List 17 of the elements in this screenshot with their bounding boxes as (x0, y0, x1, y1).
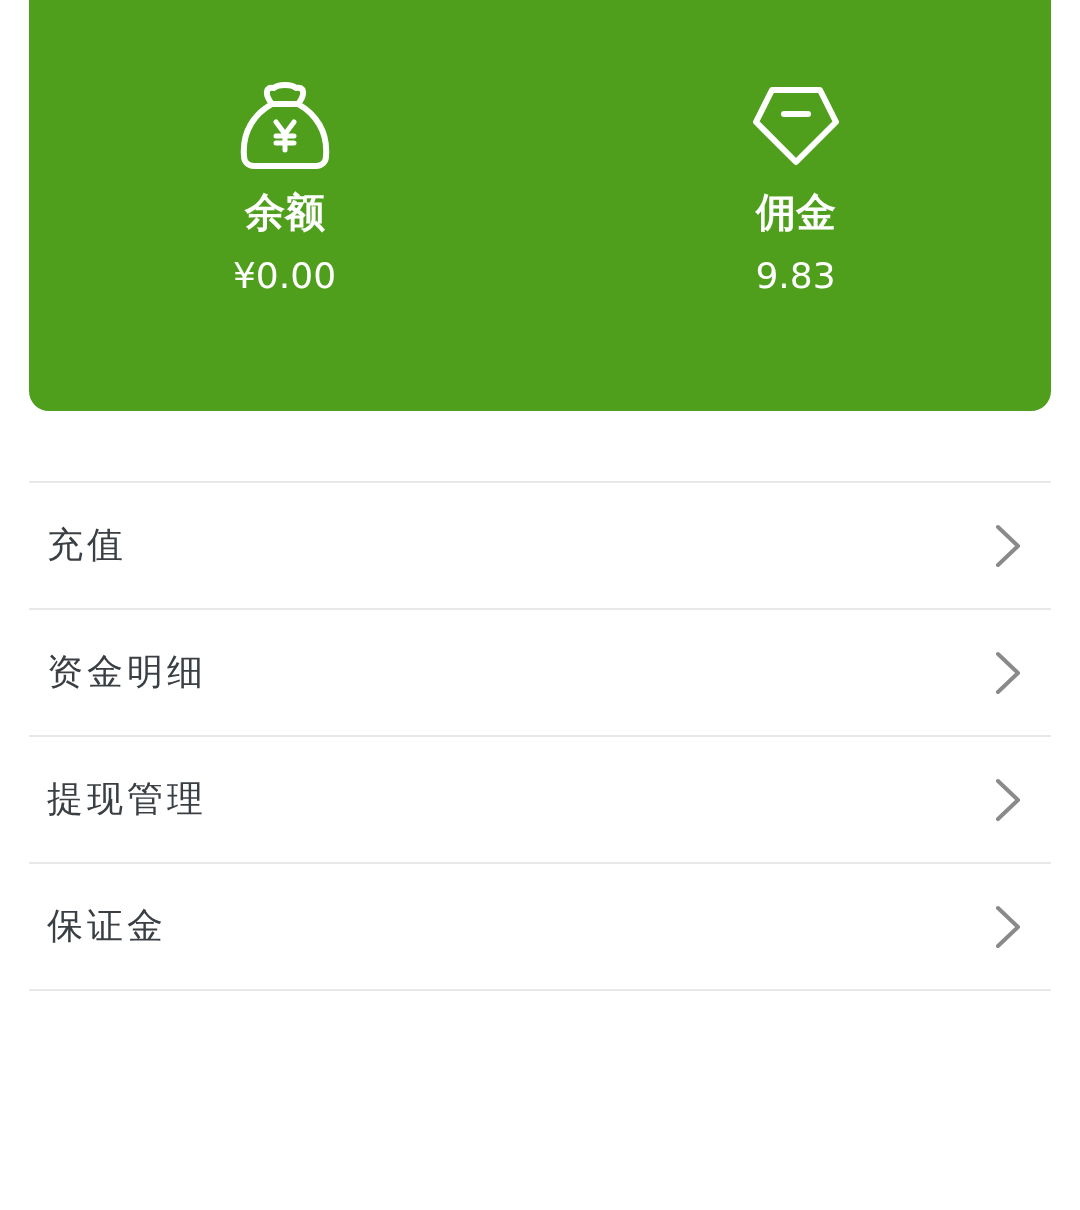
chevron-right-icon (995, 904, 1021, 949)
summary-value: ¥0.00 (232, 254, 337, 298)
menu-label: 资金明细 (47, 650, 207, 694)
summary-label: 佣金 (755, 188, 836, 236)
chevron-right-icon (995, 777, 1021, 822)
menu-item[interactable]: 提现管理 (29, 737, 1051, 864)
menu-label: 充值 (47, 523, 127, 567)
summary-value: 9.83 (755, 254, 836, 298)
menu-label: 提现管理 (47, 777, 207, 821)
menu-label: 保证金 (47, 904, 167, 948)
menu-item[interactable]: 保证金 (29, 864, 1051, 991)
chevron-right-icon (995, 650, 1021, 695)
money-bag-icon (239, 82, 330, 170)
summary-label: 余额 (244, 188, 325, 236)
chevron-right-icon (995, 523, 1021, 568)
menu-item[interactable]: 充值 (29, 483, 1051, 610)
menu-item[interactable]: 资金明细 (29, 610, 1051, 737)
